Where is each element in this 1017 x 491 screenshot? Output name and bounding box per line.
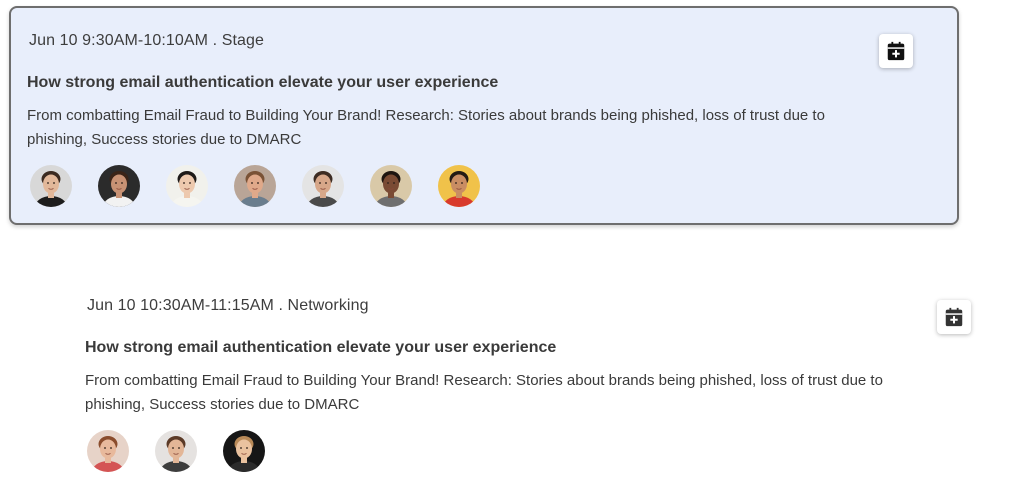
speaker-avatar[interactable] — [87, 430, 129, 472]
speaker-avatar[interactable] — [155, 430, 197, 472]
session-title[interactable]: How strong email authentication elevate … — [85, 339, 556, 357]
speaker-avatar[interactable] — [223, 430, 265, 472]
session-title[interactable]: How strong email authentication elevate … — [27, 74, 498, 92]
speaker-avatar[interactable] — [30, 165, 72, 207]
speaker-avatar[interactable] — [370, 165, 412, 207]
add-to-calendar-button[interactable] — [937, 300, 971, 334]
speaker-avatar[interactable] — [98, 165, 140, 207]
session-meta: Jun 10 9:30AM-10:10AM . Stage — [29, 32, 265, 49]
speaker-avatar[interactable] — [166, 165, 208, 207]
speaker-avatars — [87, 430, 291, 472]
calendar-plus-icon — [945, 307, 963, 327]
session-description: From combatting Email Fraud to Building … — [85, 372, 883, 413]
speaker-avatar[interactable] — [438, 165, 480, 207]
session-card-2[interactable]: Jun 10 10:30AM-11:15AM . Networking How … — [66, 274, 986, 484]
speaker-avatar[interactable] — [234, 165, 276, 207]
speaker-avatars — [30, 165, 506, 207]
session-card-1[interactable]: Jun 10 9:30AM-10:10AM . Stage How strong… — [9, 6, 959, 225]
calendar-plus-icon — [887, 41, 905, 61]
speaker-avatar[interactable] — [302, 165, 344, 207]
session-description: From combatting Email Fraud to Building … — [27, 107, 825, 148]
add-to-calendar-button[interactable] — [879, 34, 913, 68]
session-meta: Jun 10 10:30AM-11:15AM . Networking — [87, 297, 369, 314]
